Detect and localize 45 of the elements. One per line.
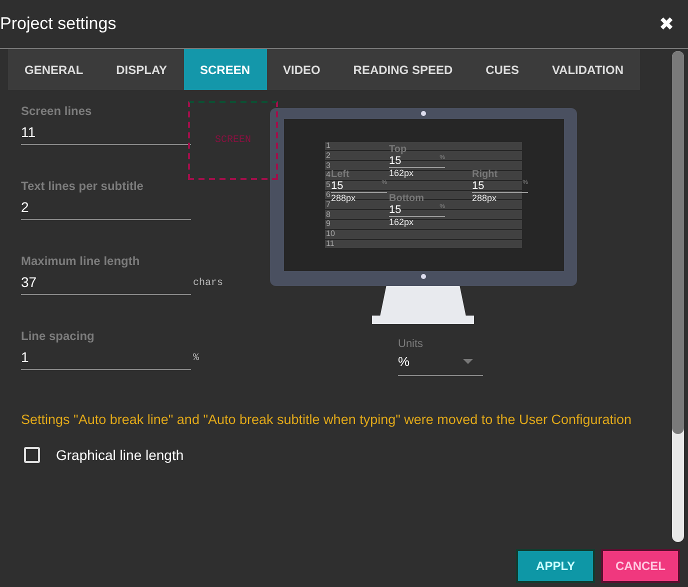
line-number: 7 (326, 200, 330, 209)
field-label: Screen lines (21, 104, 93, 118)
margin-label: Top (389, 144, 408, 154)
tab[interactable]: DISPLAY (100, 49, 184, 90)
field-label: Line spacing (21, 329, 96, 343)
units-dropdown[interactable]: % (398, 350, 483, 376)
tab[interactable]: VIDEO (266, 49, 337, 90)
tab[interactable]: VALIDATION (535, 49, 640, 90)
line-number: 9 (326, 220, 330, 228)
pixel-value: 162px (389, 168, 415, 178)
tab[interactable]: GENERAL (8, 49, 100, 90)
line-number: 2 (326, 152, 330, 160)
input-field[interactable]: 37 (21, 274, 191, 295)
checkbox-label: Graphical line length (56, 447, 184, 463)
tab[interactable]: CUES (469, 49, 536, 90)
input-field[interactable]: 1 (21, 349, 191, 370)
line-number: 5 (326, 181, 330, 190)
unit-label: % (193, 353, 200, 364)
input-field[interactable]: 2 (21, 199, 191, 220)
checkbox[interactable] (24, 447, 40, 463)
field-label: Units (398, 338, 424, 350)
line-number: 3 (326, 162, 330, 170)
margin-label: Left (331, 168, 350, 180)
scrollbar-thumb[interactable] (672, 51, 684, 434)
notice-text: Settings "Auto break line" and "Auto break subtitle when typing" were moved to the User Configuration (21, 412, 633, 427)
pixel-value: 288px (472, 192, 498, 202)
field-label: Text lines per subtitle (21, 179, 144, 193)
unit-label: chars (193, 278, 224, 289)
line-number: 4 (326, 171, 330, 180)
line-number: 6 (326, 190, 330, 199)
input-field[interactable]: 11 (21, 124, 191, 145)
margin-label: Bottom (389, 192, 425, 204)
caret-icon (463, 359, 473, 364)
line-number: 1 (326, 142, 330, 150)
tab[interactable]: READING SPEED (336, 49, 470, 90)
margin-label: Right (472, 168, 499, 180)
line-number: 8 (326, 210, 330, 219)
field-label: Maximum line length (21, 254, 141, 268)
marker-text: SCREEN (214, 135, 251, 146)
close-button[interactable]: ✖ (655, 13, 678, 35)
pixel-value: 288px (331, 192, 357, 202)
pixel-value: 162px (389, 216, 415, 226)
dialog-title: Project settings (0, 14, 116, 34)
line-number: 11 (326, 240, 334, 248)
line-number: 10 (326, 230, 335, 238)
